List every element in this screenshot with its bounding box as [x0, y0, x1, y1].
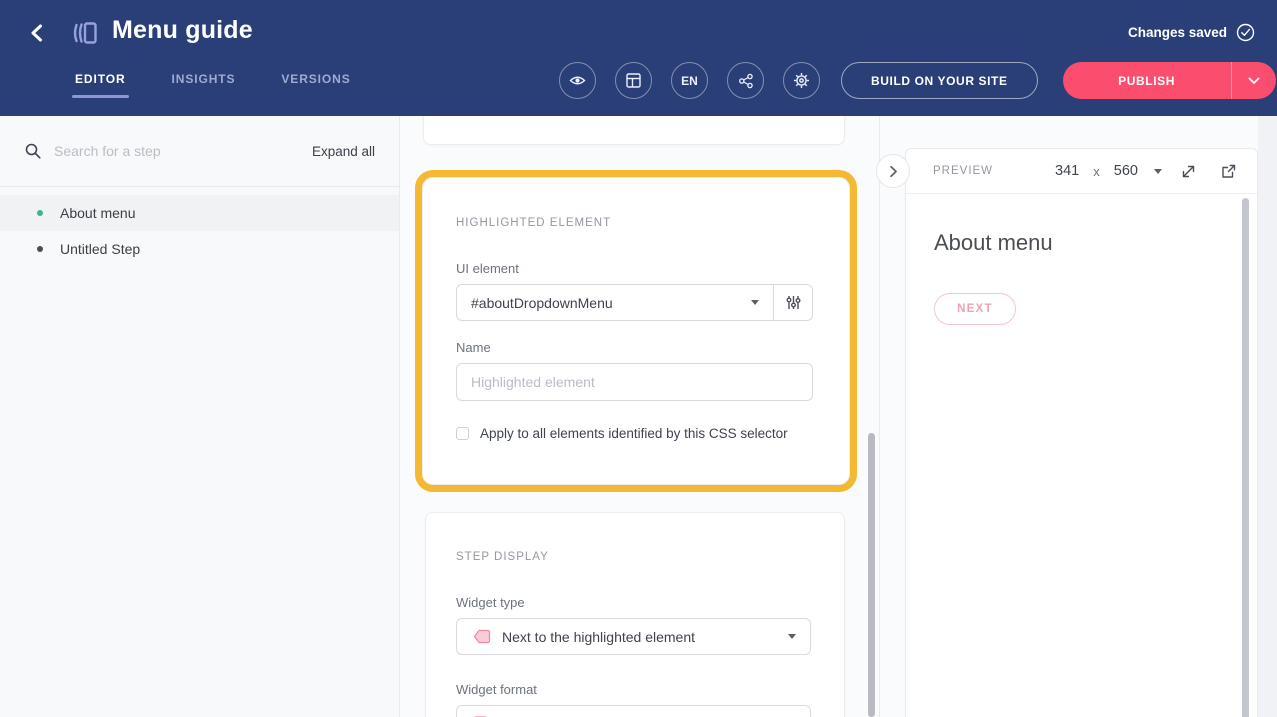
step-label: Untitled Step	[60, 241, 140, 257]
preview-header: PREVIEW 341 x 560	[906, 149, 1257, 194]
ui-element-label: UI element	[456, 261, 813, 276]
language-button[interactable]: EN	[671, 62, 708, 99]
step-display-card: STEP DISPLAY Widget type Next to the hig…	[425, 512, 845, 717]
expand-diagonal-icon	[1180, 163, 1197, 180]
eye-icon	[568, 71, 587, 90]
changes-saved-status: Changes saved	[1128, 23, 1255, 42]
preview-header-actions	[1180, 163, 1237, 180]
tooltip-callout-icon	[471, 627, 492, 646]
name-label: Name	[456, 340, 813, 355]
apply-to-all-label: Apply to all elements identified by this…	[480, 426, 788, 441]
settings-button[interactable]	[783, 62, 820, 99]
preview-panel: PREVIEW 341 x 560	[905, 148, 1258, 717]
share-icon	[737, 72, 755, 90]
preview-next-button[interactable]: NEXT	[934, 293, 1016, 325]
tab-insights[interactable]: INSIGHTS	[172, 72, 236, 98]
right-margin	[1258, 116, 1277, 717]
step-item-about-menu[interactable]: About menu	[0, 195, 399, 231]
steps-sidebar: Expand all About menu Untitled Step	[0, 116, 400, 717]
layout-icon	[625, 72, 642, 89]
share-button[interactable]	[727, 62, 764, 99]
layout-button[interactable]	[615, 62, 652, 99]
preview-step-title: About menu	[934, 230, 1229, 256]
chevron-down-icon	[1154, 169, 1162, 174]
section-title: HIGHLIGHTED ELEMENT	[456, 217, 813, 229]
language-badge: EN	[681, 74, 698, 88]
ui-element-select-row: #aboutDropdownMenu	[456, 284, 813, 321]
apply-to-all-checkbox[interactable]	[456, 427, 469, 440]
external-link-icon	[1220, 163, 1237, 180]
widget-format-select[interactable]: Light	[456, 705, 811, 717]
search-box[interactable]	[24, 142, 312, 160]
highlighted-element-card: HIGHLIGHTED ELEMENT UI element #aboutDro…	[422, 177, 850, 485]
changes-saved-label: Changes saved	[1128, 25, 1227, 40]
widget-type-label: Widget type	[456, 595, 811, 610]
step-label: About menu	[60, 205, 136, 221]
step-item-untitled-step[interactable]: Untitled Step	[0, 231, 399, 267]
apply-to-all-row: Apply to all elements identified by this…	[456, 426, 813, 441]
back-button[interactable]	[24, 19, 52, 47]
previous-settings-card	[423, 116, 845, 145]
publish-split-button[interactable]: PUBLISH	[1063, 62, 1276, 99]
step-status-dot	[37, 246, 43, 252]
tab-versions[interactable]: VERSIONS	[281, 72, 350, 98]
preview-width-value: 341	[1055, 163, 1079, 179]
preview-eye-button[interactable]	[559, 62, 596, 99]
fullscreen-button[interactable]	[1180, 163, 1197, 180]
collapse-preview-button[interactable]	[876, 154, 910, 188]
step-settings-panel: HIGHLIGHTED ELEMENT UI element #aboutDro…	[400, 116, 880, 717]
ui-element-select[interactable]: #aboutDropdownMenu	[457, 285, 773, 320]
preview-title: PREVIEW	[933, 165, 993, 177]
chevron-down-icon	[1248, 77, 1260, 85]
page-body: Expand all About menu Untitled Step HIGH…	[0, 116, 1277, 717]
build-on-your-site-button[interactable]: BUILD ON YOUR SITE	[841, 62, 1038, 99]
search-icon	[24, 142, 42, 160]
chevron-right-icon	[889, 165, 898, 178]
sliders-icon	[785, 294, 802, 311]
ui-element-settings-button[interactable]	[773, 285, 812, 320]
sidebar-search-row: Expand all	[0, 116, 399, 187]
open-external-button[interactable]	[1220, 163, 1237, 180]
editor-scrollbar[interactable]	[868, 433, 875, 717]
top-navbar: Menu guide Changes saved EDITOR INSIGHTS…	[0, 0, 1277, 116]
editor-tabs: EDITOR INSIGHTS VERSIONS	[75, 72, 351, 98]
section-title: STEP DISPLAY	[456, 551, 811, 563]
preview-height-value: 560	[1114, 163, 1138, 179]
publish-dropdown-toggle[interactable]	[1231, 62, 1276, 99]
widget-type-select[interactable]: Next to the highlighted element	[456, 618, 811, 655]
chevron-left-icon	[24, 19, 52, 47]
highlighted-element-name-input[interactable]	[456, 363, 813, 401]
chevron-down-icon	[788, 634, 796, 639]
expand-all-link[interactable]: Expand all	[312, 144, 375, 159]
navbar-actions: EN BUILD ON YOUR	[559, 62, 1276, 99]
publish-button[interactable]: PUBLISH	[1063, 74, 1231, 88]
widget-type-value: Next to the highlighted element	[502, 629, 778, 645]
tab-editor[interactable]: EDITOR	[75, 72, 126, 98]
ui-element-value: #aboutDropdownMenu	[471, 295, 741, 311]
widget-format-label: Widget format	[456, 682, 811, 697]
preview-size-select[interactable]: 341 x 560	[1055, 163, 1162, 179]
check-circle-icon	[1236, 23, 1255, 42]
chevron-down-icon	[751, 300, 759, 305]
page-title: Menu guide	[112, 16, 253, 45]
search-step-input[interactable]	[54, 143, 224, 159]
step-status-dot	[37, 210, 43, 216]
highlighted-element-focus-ring: HIGHLIGHTED ELEMENT UI element #aboutDro…	[415, 170, 857, 492]
preview-content: About menu NEXT	[906, 194, 1257, 325]
gear-icon	[792, 71, 811, 90]
preview-scrollbar[interactable]	[1242, 198, 1249, 717]
step-list: About menu Untitled Step	[0, 187, 399, 267]
app-logo-icon	[69, 17, 101, 49]
preview-size-separator: x	[1093, 164, 1100, 179]
